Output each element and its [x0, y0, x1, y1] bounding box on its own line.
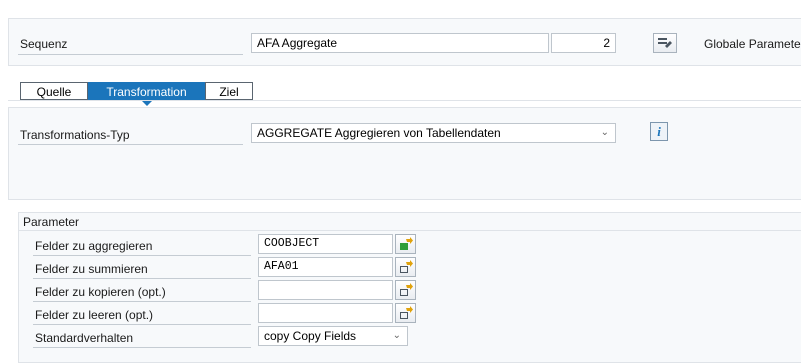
- transformations-typ-label: Transformations-Typ: [20, 128, 130, 142]
- tab-quelle[interactable]: Quelle: [20, 82, 88, 100]
- globale-parameter-button[interactable]: [653, 33, 677, 53]
- tab-transformation[interactable]: Transformation: [88, 82, 205, 100]
- standardverhalten-label: Standardverhalten: [35, 331, 134, 345]
- assign-button-leeren[interactable]: [395, 303, 416, 323]
- param-input-aggregieren[interactable]: COOBJECT: [258, 234, 393, 254]
- sequenz-input[interactable]: AFA Aggregate: [251, 33, 549, 53]
- assign-green-icon: [399, 237, 413, 250]
- transformations-typ-value: AGGREGATE Aggregieren von Tabellendaten: [257, 126, 501, 140]
- assign-icon: [399, 260, 413, 273]
- parameter-title-underline: [18, 230, 801, 231]
- chevron-down-icon[interactable]: ⌄: [393, 330, 401, 341]
- sequenz-number-field[interactable]: 2: [551, 33, 616, 53]
- assign-button-summieren[interactable]: [395, 257, 416, 277]
- param-label-leeren: Felder zu leeren (opt.): [35, 308, 154, 322]
- standardverhalten-value: copy Copy Fields: [264, 329, 357, 343]
- assign-button-aggregieren[interactable]: [395, 234, 416, 254]
- param-underline-4: [33, 324, 251, 325]
- parameter-title: Parameter: [23, 215, 80, 229]
- assign-icon: [399, 306, 413, 319]
- globale-parameter-label[interactable]: Globale Parameter: [704, 37, 801, 51]
- param-label-kopieren: Felder zu kopieren (opt.): [35, 285, 166, 299]
- param-label-aggregieren: Felder zu aggregieren: [35, 239, 153, 253]
- tab-strip-line: [8, 100, 801, 101]
- transformations-typ-underline: [18, 144, 243, 145]
- assign-icon: [399, 283, 413, 296]
- standardverhalten-dropdown[interactable]: copy Copy Fields ⌄: [258, 326, 408, 346]
- param-input-summieren[interactable]: AFA01: [258, 257, 393, 277]
- info-button[interactable]: i: [650, 122, 668, 141]
- param-label-summieren: Felder zu summieren: [35, 262, 148, 276]
- tab-ziel[interactable]: Ziel: [205, 82, 253, 100]
- param-input-leeren[interactable]: [258, 303, 393, 323]
- sequenz-label: Sequenz: [20, 37, 68, 51]
- param-underline-2: [33, 278, 251, 279]
- transformations-typ-dropdown[interactable]: AGGREGATE Aggregieren von Tabellendaten …: [251, 123, 616, 143]
- param-input-kopieren[interactable]: [258, 280, 393, 300]
- param-underline-5: [33, 347, 251, 348]
- edit-settings-icon: [658, 38, 672, 48]
- transformation-panel: [8, 107, 801, 200]
- param-underline-3: [33, 301, 251, 302]
- param-underline-1: [33, 255, 251, 256]
- sequenz-label-underline: [18, 54, 243, 55]
- assign-button-kopieren[interactable]: [395, 280, 416, 300]
- info-icon: i: [657, 123, 661, 139]
- chevron-down-icon[interactable]: ⌄: [601, 127, 609, 138]
